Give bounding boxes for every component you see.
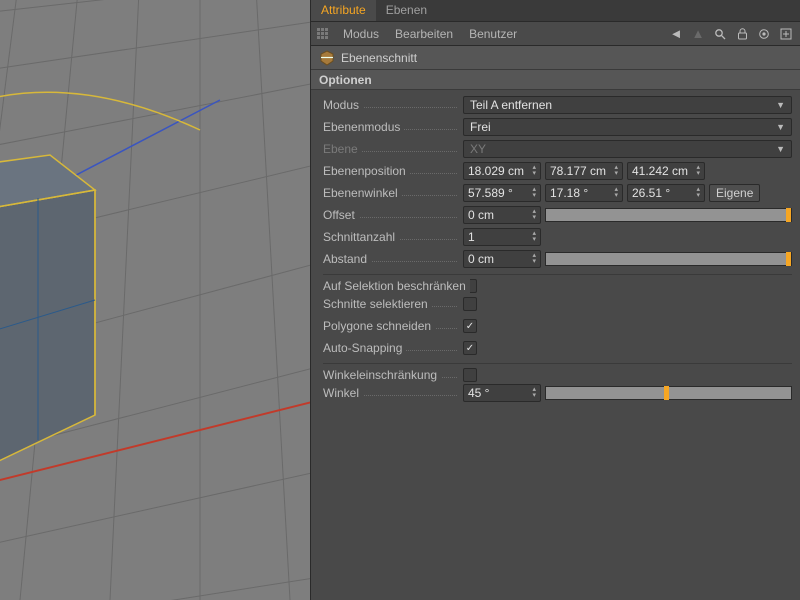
lock-icon[interactable] [734,26,750,42]
stepper-icon[interactable]: ▴▾ [696,187,700,199]
drag-handle-icon[interactable] [317,28,331,39]
select-modus[interactable]: Teil A entfernen▼ [463,96,792,114]
checkbox-schnitte-sel[interactable] [463,297,477,311]
select-ebene: XY▼ [463,140,792,158]
panel-menubar: Modus Bearbeiten Benutzer ◄ ▲ [311,22,800,46]
menu-bearbeiten[interactable]: Bearbeiten [387,27,461,41]
label-ebenenposition: Ebenenposition [323,164,463,178]
slider-winkel[interactable] [545,386,792,400]
tab-attribute[interactable]: Attribute [311,0,376,21]
search-icon[interactable] [712,26,728,42]
checkbox-auto-snap[interactable]: ✓ [463,341,477,355]
attribute-panel: Attribute Ebenen Modus Bearbeiten Benutz… [310,0,800,600]
stepper-icon[interactable]: ▴▾ [532,165,536,177]
input-pos-x[interactable]: 18.029 cm▴▾ [463,162,541,180]
input-winkel[interactable]: 45 °▴▾ [463,384,541,402]
chevron-down-icon: ▼ [776,122,785,132]
select-ebenenmodus[interactable]: Frei▼ [463,118,792,136]
plane-cut-icon [319,50,335,66]
viewport-3d[interactable] [0,0,310,600]
tab-ebenen[interactable]: Ebenen [376,0,437,21]
input-pos-y[interactable]: 78.177 cm▴▾ [545,162,623,180]
slider-abstand[interactable] [545,252,792,266]
label-auto-snap: Auto-Snapping [323,341,463,355]
options-block: Modus Teil A entfernen▼ Ebenenmodus Frei… [311,90,800,408]
menu-benutzer[interactable]: Benutzer [461,27,525,41]
section-header-optionen: Optionen [311,70,800,90]
label-auf-selektion: Auf Selektion beschränken [323,279,463,293]
object-title-bar: Ebenenschnitt [311,46,800,70]
label-abstand: Abstand [323,252,463,266]
label-ebenenwinkel: Ebenenwinkel [323,186,463,200]
input-ang-y[interactable]: 17.18 °▴▾ [545,184,623,202]
label-polygone: Polygone schneiden [323,319,463,333]
input-ang-x[interactable]: 57.589 °▴▾ [463,184,541,202]
stepper-icon[interactable]: ▴▾ [696,165,700,177]
checkbox-winkelein[interactable] [463,368,477,382]
panel-tabs: Attribute Ebenen [311,0,800,22]
slider-offset[interactable] [545,208,792,222]
label-ebenenmodus: Ebenenmodus [323,120,463,134]
target-icon[interactable] [756,26,772,42]
checkbox-polygone[interactable]: ✓ [463,319,477,333]
stepper-icon[interactable]: ▴▾ [614,165,618,177]
nav-back-icon[interactable]: ◄ [668,26,684,42]
menu-modus[interactable]: Modus [335,27,387,41]
input-ang-z[interactable]: 26.51 °▴▾ [627,184,705,202]
label-schnittanzahl: Schnittanzahl [323,230,463,244]
chevron-down-icon: ▼ [776,100,785,110]
object-title: Ebenenschnitt [341,51,417,65]
stepper-icon[interactable]: ▴▾ [532,253,536,265]
label-modus: Modus [323,98,463,112]
input-pos-z[interactable]: 41.242 cm▴▾ [627,162,705,180]
stepper-icon[interactable]: ▴▾ [532,231,536,243]
button-eigene[interactable]: Eigene [709,184,760,202]
nav-up-icon[interactable]: ▲ [690,26,706,42]
label-offset: Offset [323,208,463,222]
stepper-icon[interactable]: ▴▾ [532,387,536,399]
label-winkel: Winkel [323,386,463,400]
label-ebene: Ebene [323,142,463,156]
input-abstand[interactable]: 0 cm▴▾ [463,250,541,268]
input-offset[interactable]: 0 cm▴▾ [463,206,541,224]
stepper-icon[interactable]: ▴▾ [614,187,618,199]
chevron-down-icon: ▼ [776,144,785,154]
input-schnittanzahl[interactable]: 1▴▾ [463,228,541,246]
label-schnitte-sel: Schnitte selektieren [323,297,463,311]
new-tab-icon[interactable] [778,26,794,42]
stepper-icon[interactable]: ▴▾ [532,187,536,199]
label-winkelein: Winkeleinschränkung [323,368,463,382]
stepper-icon[interactable]: ▴▾ [532,209,536,221]
